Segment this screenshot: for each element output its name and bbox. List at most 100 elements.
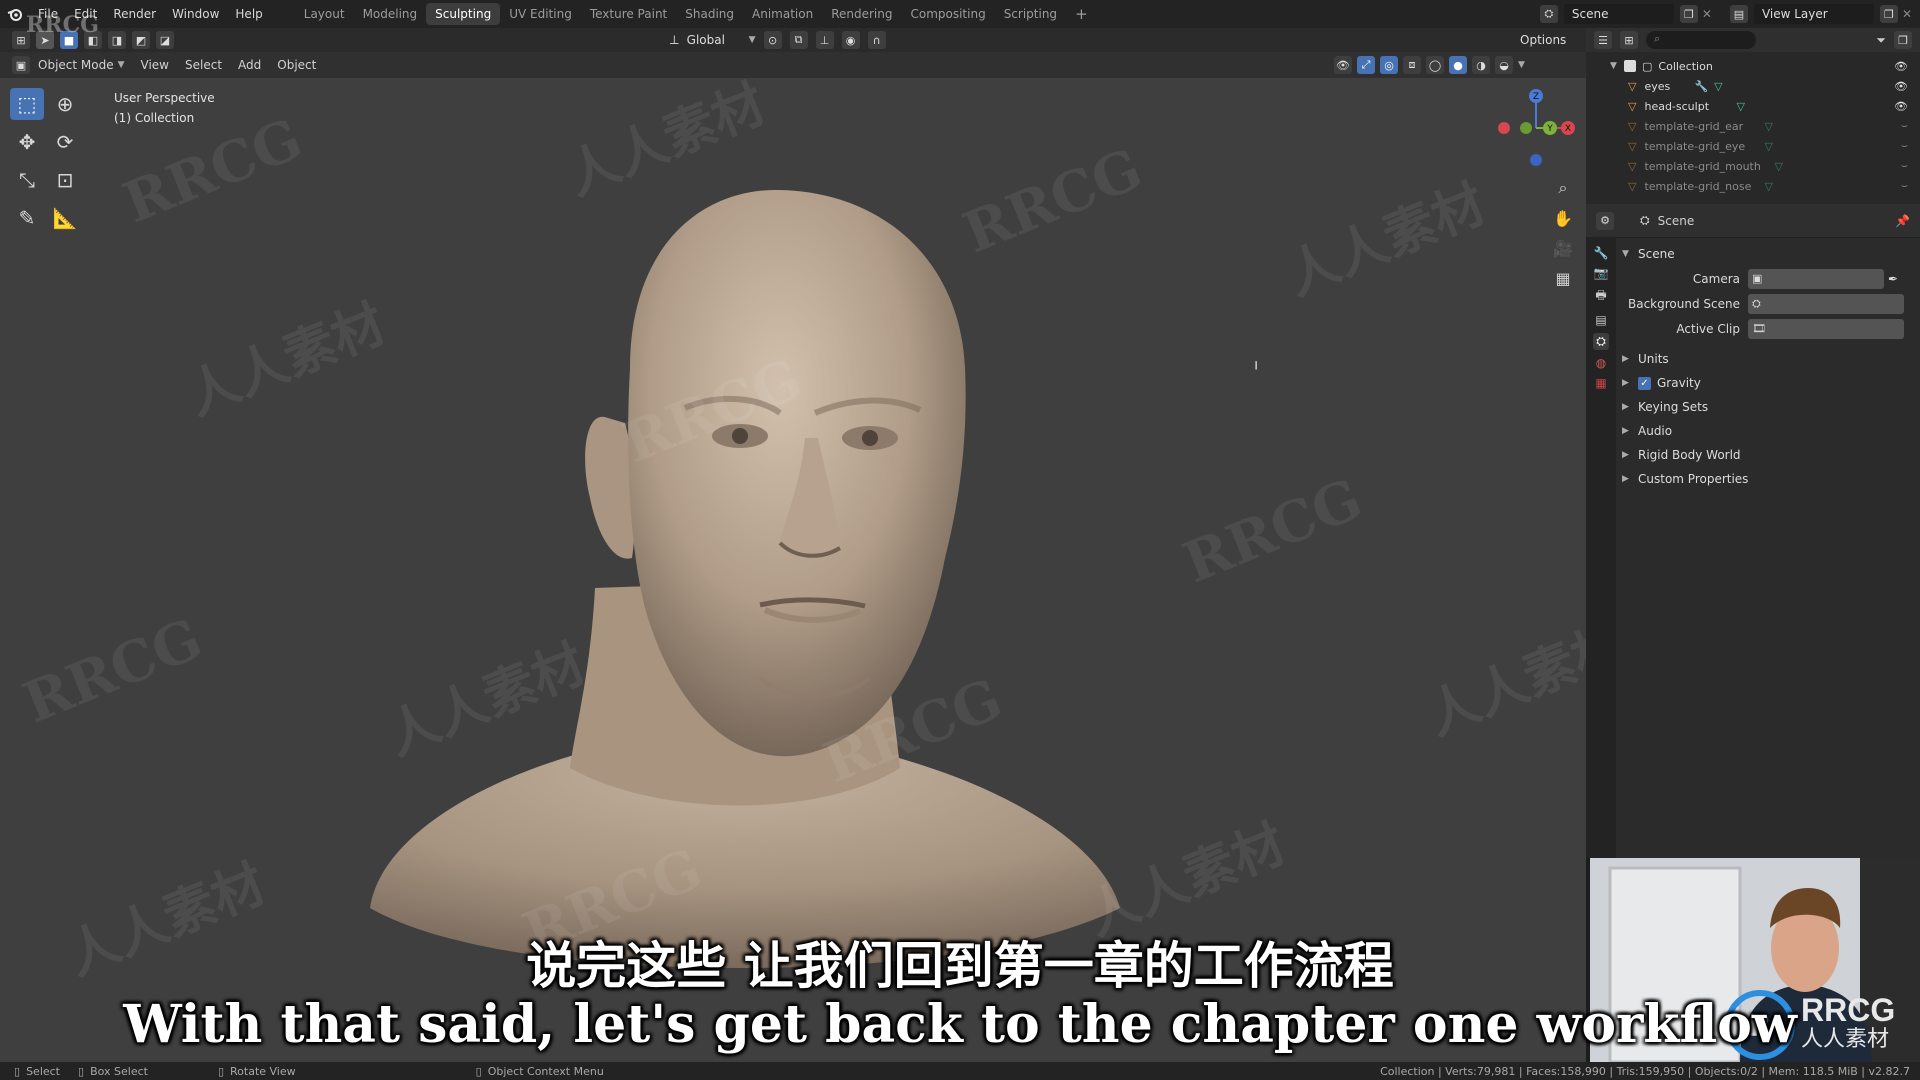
xray-icon[interactable]: ⧈ [1403,56,1421,74]
new-collection-icon[interactable]: ❐ [1894,31,1912,49]
eyedropper-icon[interactable]: ✒ [1888,272,1898,286]
menu-object[interactable]: Object [269,56,324,74]
keying-sets-panel-header[interactable]: ▶ Keying Sets [1622,395,1916,419]
camera-view-icon[interactable]: 🎥 [1548,234,1578,262]
menu-select[interactable]: Select [177,56,230,74]
outliner-item[interactable]: ▽ template-grid_nose ▽ ⌣ [1610,176,1920,196]
tool-tab-icon[interactable]: 🔧 [1594,246,1609,260]
snap-icon[interactable]: ⧉ [789,31,808,49]
add-workspace-button[interactable]: + [1066,3,1097,25]
tab-modeling[interactable]: Modeling [354,3,427,25]
filter-icon[interactable]: ⏷ [1876,33,1886,48]
rotate-tool-icon[interactable]: ⟳ [48,126,82,158]
new-view-layer-icon[interactable]: ❐ [1879,5,1898,23]
new-scene-icon[interactable]: ❐ [1679,5,1698,23]
solid-shading-icon[interactable]: ● [1449,56,1467,74]
custom-properties-panel-header[interactable]: ▶ Custom Properties [1622,467,1916,491]
3d-viewport[interactable]: RRCG 人人素材 RRCG 人人素材 人人素材 RRCG RRCG RRCG … [0,78,1586,1062]
view-layer-tab-icon[interactable]: ▤ [1595,313,1606,327]
units-panel-header[interactable]: ▶ Units [1622,347,1916,371]
tab-rendering[interactable]: Rendering [822,3,901,25]
zoom-icon[interactable]: ⌕ [1548,174,1578,202]
menu-add[interactable]: Add [230,56,269,74]
scene-icon[interactable]: ⛭ [1539,5,1558,23]
output-tab-icon[interactable]: 🖶 [1595,286,1606,307]
tab-texture-paint[interactable]: Texture Paint [581,3,676,25]
select-box-tool-icon[interactable]: ⬚ [10,88,44,120]
navigation-gizmo[interactable]: Z Y X [1490,88,1580,168]
eye-icon[interactable]: 👁 [1894,60,1908,73]
properties-editor-icon[interactable]: ⚙ [1596,211,1614,230]
audio-panel-header[interactable]: ▶ Audio [1622,419,1916,443]
tab-layout[interactable]: Layout [295,3,354,25]
outliner-item[interactable]: ▽ template-grid_ear ▽ ⌣ [1610,116,1920,136]
select-invert-icon[interactable]: ◩ [132,31,150,49]
gravity-panel-header[interactable]: ▶ ✓ Gravity [1622,371,1916,395]
outliner-item[interactable]: ▽ template-grid_mouth ▽ ⌣ [1610,156,1920,176]
menu-window[interactable]: Window [164,0,227,28]
measure-tool-icon[interactable]: 📐 [48,202,82,234]
eye-icon[interactable]: 👁 [1894,100,1908,113]
hidden-eye-icon[interactable]: ⌣ [1901,139,1908,153]
rendered-shading-icon[interactable]: ◒ [1495,56,1513,74]
gizmo-icon[interactable]: ⤢ [1357,56,1375,74]
tab-compositing[interactable]: Compositing [901,3,994,25]
scene-panel-header[interactable]: ▼ Scene [1622,242,1916,266]
rigid-body-world-panel-header[interactable]: ▶ Rigid Body World [1622,443,1916,467]
outliner-item[interactable]: ▽ head-sculpt ▽ 👁 [1610,96,1920,116]
head-sculpt-model[interactable] [340,118,1140,978]
menu-render[interactable]: Render [105,0,164,28]
checkbox-icon[interactable] [1624,60,1636,72]
outliner-display-icon[interactable]: ☰ [1594,31,1612,49]
snap-target-icon[interactable]: ⊥ [815,31,834,49]
overlays-icon[interactable]: ◎ [1380,56,1398,74]
annotate-tool-icon[interactable]: ✎ [10,202,44,234]
view-layer-icon[interactable]: ▤ [1729,5,1748,23]
pin-icon[interactable]: 📌 [1895,214,1910,228]
texture-tab-icon[interactable]: ▦ [1595,376,1606,390]
outliner-item[interactable]: ▽ eyes 🔧 ▽ 👁 [1610,76,1920,96]
transform-orientation-dropdown[interactable]: Global [687,33,741,47]
background-scene-field[interactable]: ⛭ [1748,293,1904,314]
material-shading-icon[interactable]: ◑ [1472,56,1490,74]
ortho-grid-icon[interactable]: ▦ [1548,264,1578,292]
close-scene-icon[interactable]: ✕ [1702,7,1712,21]
tab-uv-editing[interactable]: UV Editing [500,3,581,25]
shading-options-icon[interactable]: ▼ [1518,60,1525,70]
hidden-eye-icon[interactable]: ⌣ [1901,119,1908,133]
tab-sculpting[interactable]: Sculpting [426,3,501,25]
falloff-icon[interactable]: ∩ [867,31,886,49]
tab-scripting[interactable]: Scripting [995,3,1066,25]
options-dropdown[interactable]: Options [1520,33,1566,47]
outliner-filter-mode-icon[interactable]: ⊞ [1620,31,1638,49]
hidden-eye-icon[interactable]: ⌣ [1901,159,1908,173]
scale-tool-icon[interactable]: ⤡ [10,164,44,196]
visibility-icon[interactable]: 👁 [1334,56,1352,74]
outliner-item[interactable]: ▽ template-grid_eye ▽ ⌣ [1610,136,1920,156]
select-intersect-icon[interactable]: ◪ [156,31,174,49]
hidden-eye-icon[interactable]: ⌣ [1901,179,1908,193]
menu-view[interactable]: View [133,56,177,74]
eye-icon[interactable]: 👁 [1894,80,1908,93]
camera-field[interactable]: ▣ [1748,268,1884,289]
pivot-point-icon[interactable]: ⊙ [763,31,782,49]
proportional-edit-icon[interactable]: ◉ [841,31,860,49]
transform-tool-icon[interactable]: ⊡ [48,164,82,196]
pan-hand-icon[interactable]: ✋ [1548,204,1578,232]
tab-shading[interactable]: Shading [676,3,743,25]
menu-help[interactable]: Help [227,0,270,28]
outliner-collection-row[interactable]: ▼ ▢ Collection 👁 [1610,56,1920,76]
world-tab-icon[interactable]: ◍ [1596,356,1606,370]
cursor-tool-icon[interactable]: ⊕ [48,88,82,120]
scene-selector[interactable]: Scene [1563,4,1674,24]
mode-dropdown[interactable]: Object Mode [34,56,118,74]
view-layer-selector[interactable]: View Layer [1753,4,1874,24]
close-view-layer-icon[interactable]: ✕ [1902,7,1912,21]
select-subtract-icon[interactable]: ◨ [108,31,126,49]
render-tab-icon[interactable]: 📷 [1594,266,1609,280]
active-clip-field[interactable]: 🎞 [1748,318,1904,339]
move-tool-icon[interactable]: ✥ [10,126,44,158]
wireframe-shading-icon[interactable]: ◯ [1426,56,1444,74]
outliner-search-input[interactable]: ⌕ [1646,31,1756,49]
tab-animation[interactable]: Animation [743,3,822,25]
